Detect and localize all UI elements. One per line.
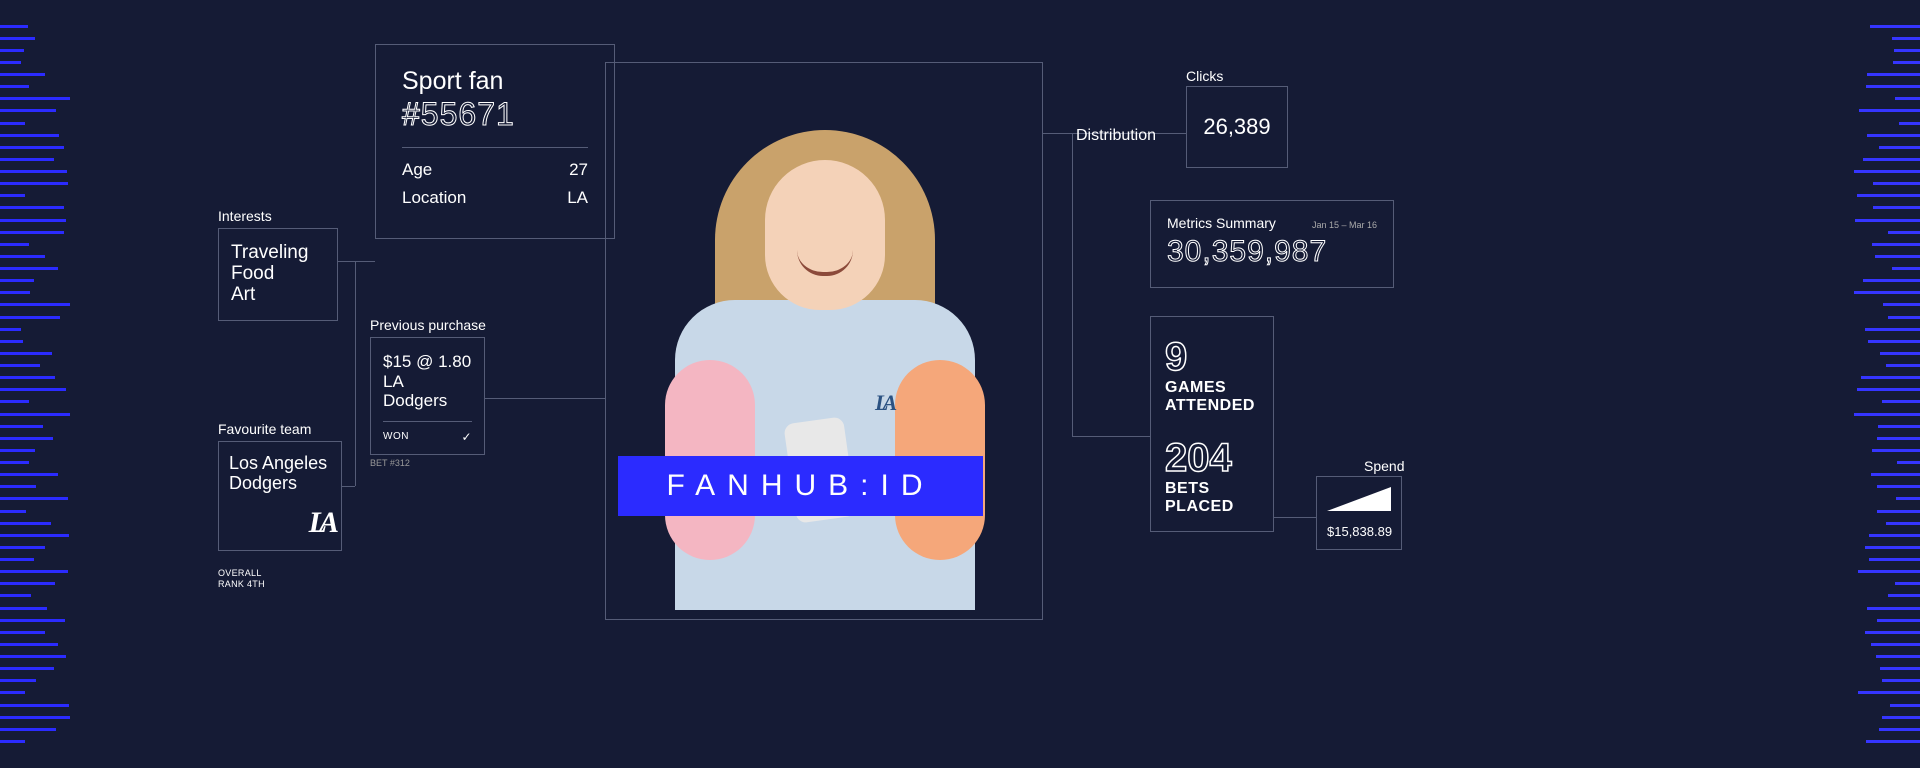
purchase-line: LA xyxy=(383,372,472,392)
spend-card: $15,838.89 xyxy=(1316,476,1402,550)
decorative-stripes-left xyxy=(0,0,70,768)
location-value: LA xyxy=(567,188,588,208)
stats-card: 9 GAMESATTENDED 204 BETS PLACED xyxy=(1150,316,1274,532)
age-label: Age xyxy=(402,160,432,180)
interests-card: Traveling Food Art xyxy=(218,228,338,321)
favourite-team-label: Favourite team xyxy=(218,421,311,437)
sport-fan-id: #55671 xyxy=(402,96,588,133)
interest-item: Art xyxy=(231,285,325,306)
spend-value: $15,838.89 xyxy=(1327,524,1391,539)
connector-line xyxy=(1274,517,1316,518)
spend-trend-icon xyxy=(1327,487,1391,511)
bet-number: BET #312 xyxy=(370,458,410,468)
sport-fan-card: Sport fan #55671 Age 27 Location LA xyxy=(375,44,615,239)
la-logo-icon: LA xyxy=(309,506,331,539)
connector-line xyxy=(355,261,356,486)
metrics-summary-card: Metrics Summary Jan 15 – Mar 16 30,359,9… xyxy=(1150,200,1394,288)
interest-item: Traveling xyxy=(231,243,325,264)
connector-line xyxy=(342,486,355,487)
connector-line xyxy=(485,398,605,399)
age-row: Age 27 xyxy=(402,160,588,180)
connector-line xyxy=(1072,133,1073,436)
purchase-line: Dodgers xyxy=(383,391,472,411)
location-label: Location xyxy=(402,188,466,208)
favourite-team-card: Los Angeles Dodgers LA xyxy=(218,441,342,551)
distribution-label: Distribution xyxy=(1076,127,1156,145)
divider xyxy=(383,421,472,422)
metrics-value: 30,359,987 xyxy=(1167,235,1377,269)
checkmark-icon: ✓ xyxy=(461,430,472,444)
previous-purchase-label: Previous purchase xyxy=(370,317,486,333)
location-row: Location LA xyxy=(402,188,588,208)
sport-fan-title: Sport fan xyxy=(402,67,588,96)
connector-line xyxy=(1072,436,1150,437)
clicks-value: 26,389 xyxy=(1203,114,1270,140)
games-attended-number: 9 xyxy=(1165,337,1259,377)
decorative-stripes-right xyxy=(1850,0,1920,768)
clicks-card: 26,389 xyxy=(1186,86,1288,168)
bets-placed-label: BETS PLACED xyxy=(1165,480,1259,515)
metrics-date-range: Jan 15 – Mar 16 xyxy=(1312,220,1377,230)
previous-purchase-card: $15 @ 1.80 LA Dodgers WON ✓ xyxy=(370,337,485,455)
purchase-status: WON ✓ xyxy=(383,430,472,444)
team-name: Dodgers xyxy=(229,474,331,494)
spend-label: Spend xyxy=(1364,458,1404,474)
connector-line xyxy=(338,261,375,262)
games-attended-label: GAMESATTENDED xyxy=(1165,379,1259,414)
metrics-title: Metrics Summary xyxy=(1167,215,1276,231)
team-name: Los Angeles xyxy=(229,454,331,474)
bets-placed-number: 204 xyxy=(1165,438,1259,478)
status-text: WON xyxy=(383,431,409,442)
overall-rank: OVERALL RANK 4TH xyxy=(218,568,265,590)
divider xyxy=(402,147,588,148)
profile-photo: LA xyxy=(620,80,1030,610)
interests-label: Interests xyxy=(218,208,272,224)
fanhub-id-banner: FANHUB:ID xyxy=(618,456,983,516)
clicks-label: Clicks xyxy=(1186,68,1223,84)
age-value: 27 xyxy=(569,160,588,180)
interest-item: Food xyxy=(231,264,325,285)
purchase-line: $15 @ 1.80 xyxy=(383,352,472,372)
